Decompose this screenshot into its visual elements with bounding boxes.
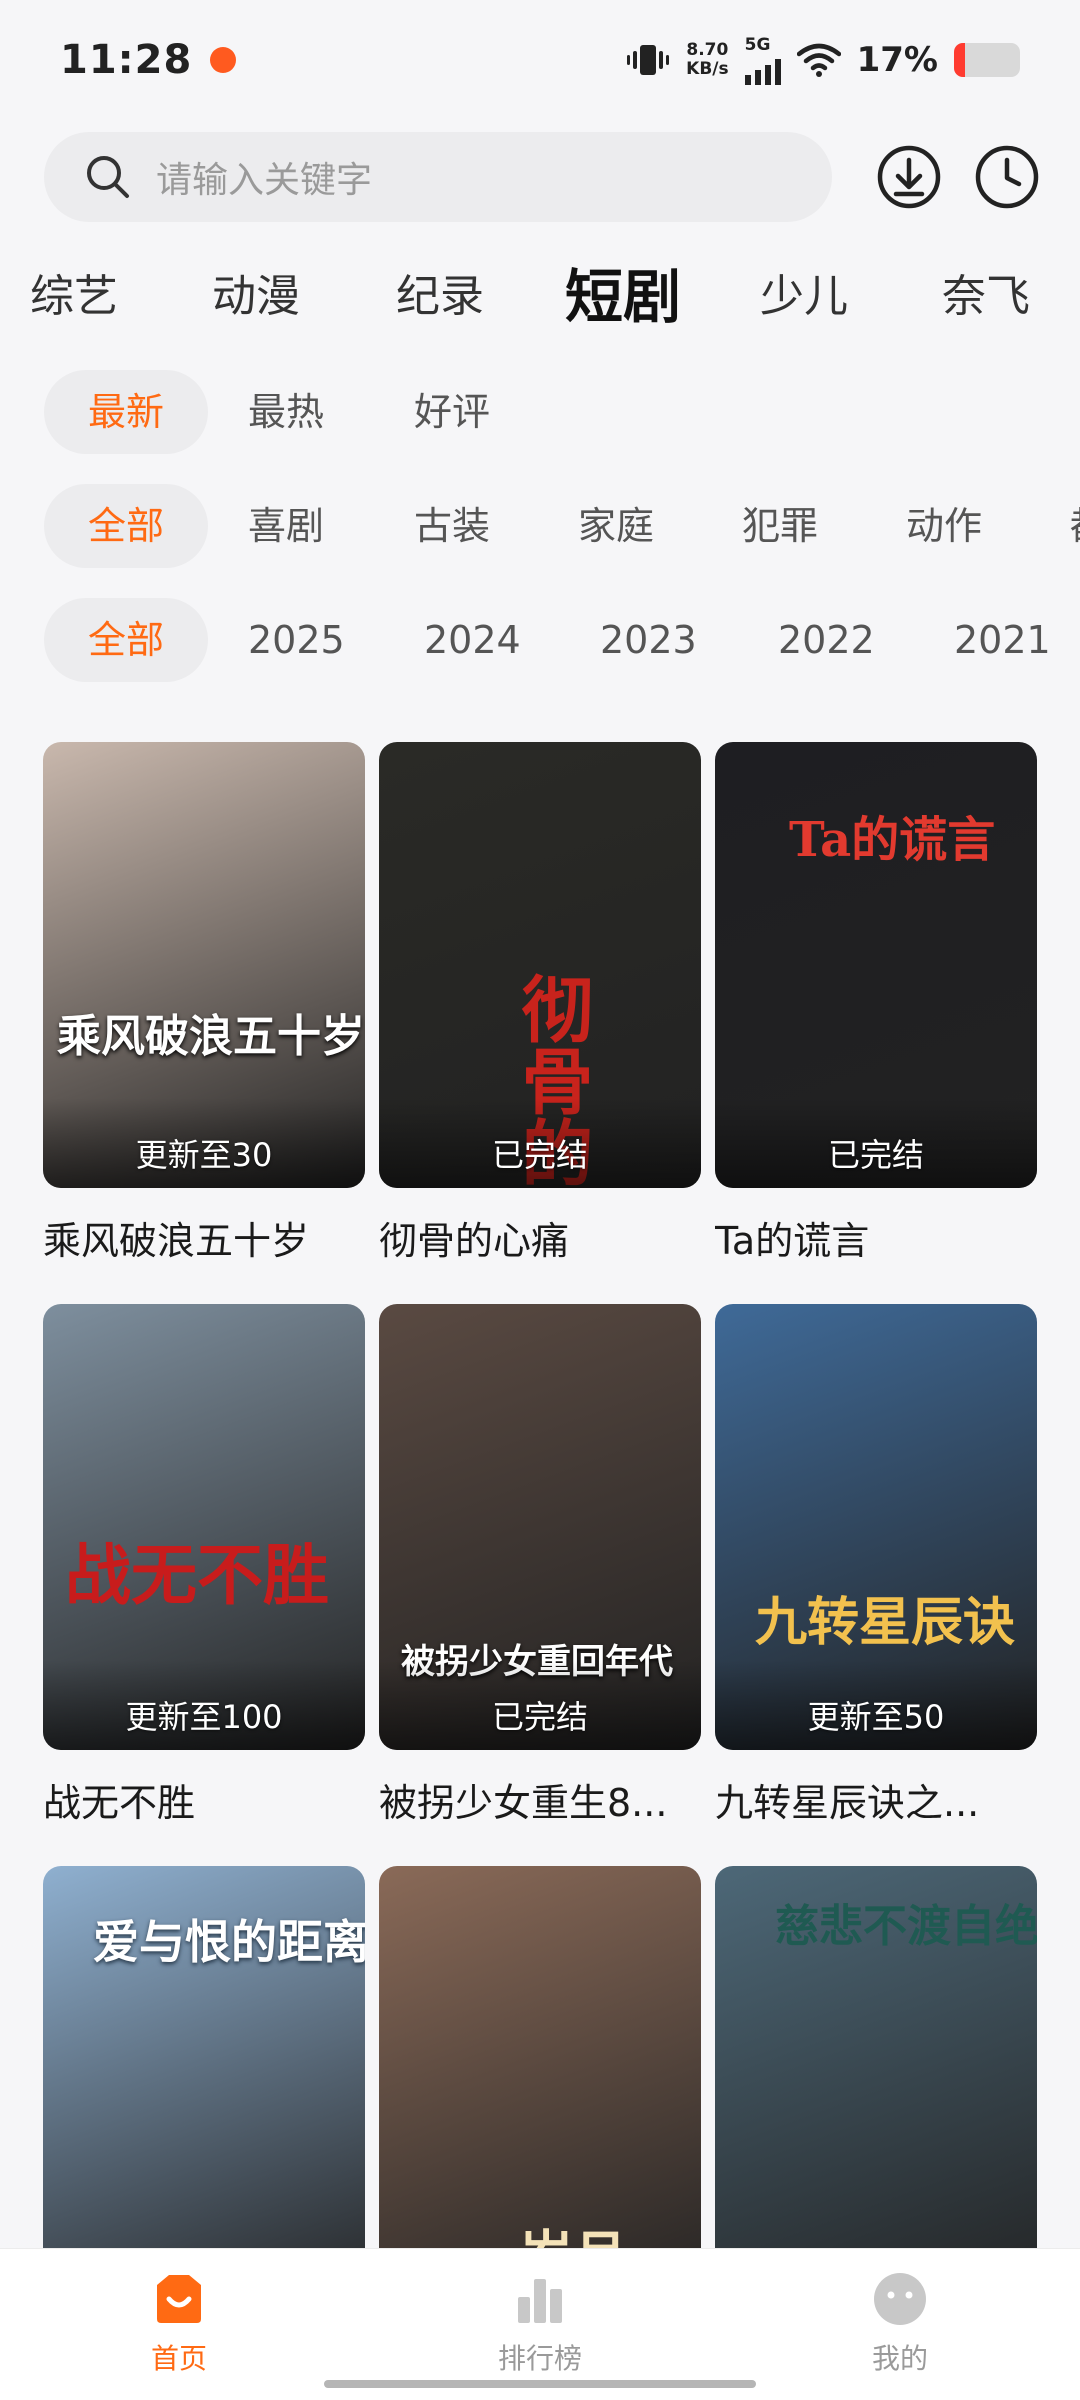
poster-title-art: 慈悲不渡自绝人 [775, 1901, 1037, 1952]
notification-app-icon [210, 47, 237, 73]
network-type: 5G [744, 35, 771, 55]
drama-card[interactable]: 爱与恨的距离 [43, 1866, 365, 2312]
genre-filter-row: 全部 喜剧 古装 家庭 犯罪 动作 都 [44, 484, 1080, 568]
drama-title[interactable]: 乘风破浪五十岁 [43, 1210, 365, 1265]
wifi-icon [796, 43, 841, 77]
poster-image[interactable]: 乘风破浪五十岁 更新至30 [43, 742, 365, 1188]
episode-badge: 已完结 [491, 1136, 588, 1174]
nav-ranking[interactable]: 排行榜 [440, 2271, 640, 2377]
home-icon [157, 2275, 201, 2323]
poster-image[interactable]: 战无不胜 更新至100 [43, 1304, 365, 1750]
drama-title[interactable]: 彻骨的心痛 [379, 1210, 701, 1265]
network-speed: 8.70 KB/s [686, 41, 728, 79]
drama-title[interactable]: Ta的谎言 [715, 1210, 1037, 1265]
year-filter-row: 全部 2025 2024 2023 2022 2021 [44, 598, 1080, 682]
drama-card[interactable]: 岁月 [379, 1866, 701, 2312]
filter-latest[interactable]: 最新 [44, 370, 208, 454]
poster-title-art: 九转星辰诀 [755, 1592, 1016, 1653]
genre-comedy[interactable]: 喜剧 [248, 484, 324, 568]
year-2025[interactable]: 2025 [248, 598, 345, 682]
poster-image[interactable]: 九转星辰诀 更新至50 [715, 1304, 1037, 1750]
gesture-bar[interactable] [324, 2380, 756, 2388]
poster-image[interactable]: 爱与恨的距离 [43, 1866, 365, 2312]
poster-image[interactable]: Ta的谎言 已完结 [715, 742, 1037, 1188]
tab-anime[interactable]: 动漫 [212, 260, 300, 324]
episode-badge: 更新至50 [807, 1698, 945, 1736]
poster-image[interactable]: 慈悲不渡自绝人 [715, 1866, 1037, 2312]
nav-home[interactable]: 首页 [79, 2271, 279, 2377]
search-row: 请输入关键字 [44, 132, 1044, 222]
genre-costume[interactable]: 古装 [414, 484, 490, 568]
search-placeholder: 请输入关键字 [156, 160, 373, 201]
nav-profile-label: 我的 [871, 2342, 928, 2375]
poster-title-art: 乘风破浪五十岁 [57, 1011, 365, 1062]
drama-card[interactable]: 彻骨的 已完结 彻骨的心痛 [379, 742, 701, 1265]
profile-icon [874, 2273, 926, 2325]
year-all[interactable]: 全部 [44, 598, 208, 682]
battery-percent: 17% [856, 40, 938, 80]
episode-badge: 更新至100 [125, 1698, 283, 1736]
drama-card[interactable]: 战无不胜 更新至100 战无不胜 [43, 1304, 365, 1827]
poster-title-art: Ta的谎言 [789, 812, 996, 868]
nav-home-label: 首页 [150, 2342, 207, 2375]
category-tabs: 综艺 动漫 纪录 短剧 少儿 奈飞 [0, 250, 1080, 334]
signal-icon [744, 55, 781, 85]
tab-short-drama[interactable]: 短剧 [565, 250, 681, 334]
search-icon [87, 156, 129, 198]
poster-image[interactable]: 岁月 [379, 1866, 701, 2312]
poster-image[interactable]: 被拐少女重回年代 已完结 [379, 1304, 701, 1750]
year-2021[interactable]: 2021 [954, 598, 1051, 682]
filter-hottest[interactable]: 最热 [248, 370, 324, 454]
episode-badge: 已完结 [491, 1698, 588, 1736]
genre-crime[interactable]: 犯罪 [742, 484, 818, 568]
drama-card[interactable]: 慈悲不渡自绝人 [715, 1866, 1037, 2312]
status-right: 8.70 KB/s 5G 17% [626, 35, 1020, 85]
speed-value: 8.70 [686, 40, 729, 60]
nav-profile[interactable]: 我的 [800, 2271, 1000, 2377]
episode-badge: 更新至30 [135, 1136, 273, 1174]
battery-icon [954, 43, 1020, 77]
battery-level [954, 43, 966, 77]
cellular-indicator: 5G [744, 35, 781, 85]
year-2023[interactable]: 2023 [600, 598, 697, 682]
drama-card[interactable]: 被拐少女重回年代 已完结 被拐少女重生8... [379, 1304, 701, 1827]
history-icon[interactable] [974, 144, 1040, 210]
tab-kids[interactable]: 少儿 [760, 260, 848, 324]
poster-title-art: 爱与恨的距离 [93, 1915, 365, 1969]
year-2024[interactable]: 2024 [424, 598, 521, 682]
ranking-icon [518, 2279, 562, 2323]
nav-ranking-label: 排行榜 [497, 2342, 582, 2375]
bottom-nav: 首页 排行榜 我的 [0, 2248, 1080, 2400]
drama-card[interactable]: 九转星辰诀 更新至50 九转星辰诀之... [715, 1304, 1037, 1827]
tab-documentary[interactable]: 纪录 [396, 260, 484, 324]
drama-card[interactable]: Ta的谎言 已完结 Ta的谎言 [715, 742, 1037, 1265]
drama-title[interactable]: 九转星辰诀之... [715, 1772, 1037, 1827]
speed-unit: KB/s [686, 59, 729, 79]
poster-image[interactable]: 彻骨的 已完结 [379, 742, 701, 1188]
genre-all[interactable]: 全部 [44, 484, 208, 568]
status-time: 11:28 [60, 37, 193, 83]
status-left: 11:28 [60, 37, 237, 83]
status-bar: 11:28 8.70 KB/s 5G 17% [0, 0, 1080, 120]
download-icon[interactable] [876, 144, 942, 210]
sort-filter-row: 最新 最热 好评 [44, 370, 1080, 454]
tab-variety[interactable]: 综艺 [30, 260, 118, 324]
genre-action[interactable]: 动作 [906, 484, 982, 568]
filter-top-rated[interactable]: 好评 [414, 370, 490, 454]
drama-title[interactable]: 战无不胜 [43, 1772, 365, 1827]
drama-title[interactable]: 被拐少女重生8... [379, 1772, 701, 1827]
year-2022[interactable]: 2022 [778, 598, 875, 682]
genre-family[interactable]: 家庭 [578, 484, 654, 568]
genre-urban[interactable]: 都 [1070, 484, 1080, 568]
drama-card[interactable]: 乘风破浪五十岁 更新至30 乘风破浪五十岁 [43, 742, 365, 1265]
vibrate-icon [627, 45, 670, 75]
episode-badge: 已完结 [827, 1136, 924, 1174]
search-input[interactable]: 请输入关键字 [44, 132, 832, 222]
tab-netflix[interactable]: 奈飞 [942, 260, 1030, 324]
poster-title-art: 战无不胜 [65, 1536, 329, 1614]
